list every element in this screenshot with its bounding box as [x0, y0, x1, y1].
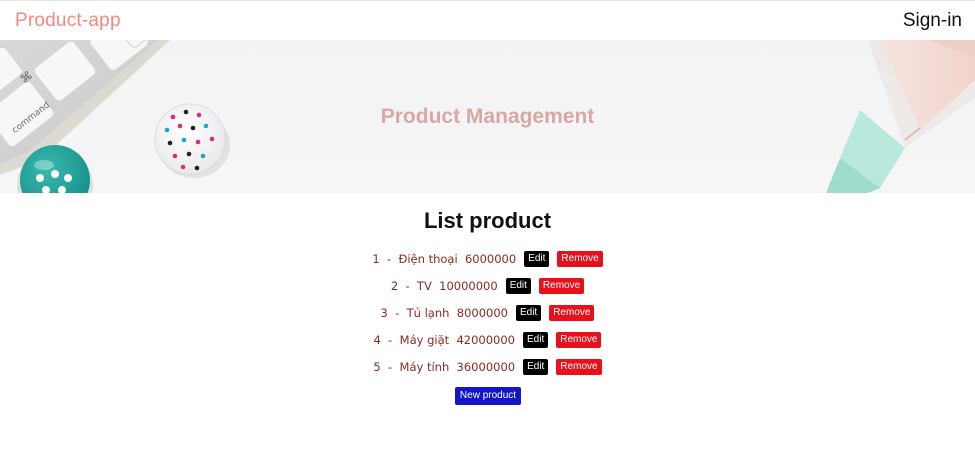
- edit-button[interactable]: Edit: [505, 277, 531, 294]
- product-index: 1: [372, 251, 380, 266]
- product-row: 1 - Điện thoại 6000000 Edit Remove: [0, 245, 975, 272]
- product-index: 5: [373, 359, 381, 374]
- product-price: 42000000: [456, 332, 515, 347]
- remove-button[interactable]: Remove: [557, 250, 603, 267]
- product-price: 8000000: [456, 305, 508, 320]
- edit-button[interactable]: Edit: [523, 358, 549, 375]
- product-price: 6000000: [464, 251, 517, 266]
- product-price: 36000000: [456, 359, 516, 374]
- product-row: 3 - Tủ lạnh 8000000 Edit Remove: [0, 299, 975, 326]
- product-price: 10000000: [439, 278, 498, 293]
- product-index: 4: [373, 332, 381, 347]
- remove-button[interactable]: Remove: [538, 277, 585, 294]
- product-row: 4 - Máy giặt 42000000 Edit Remove: [0, 326, 975, 353]
- product-row: 2 - TV 10000000 Edit Remove: [0, 272, 975, 299]
- remove-button[interactable]: Remove: [549, 304, 595, 321]
- product-index: 2: [390, 278, 399, 293]
- signin-link[interactable]: Sign-in: [903, 10, 962, 32]
- product-name: TV: [416, 278, 432, 293]
- navbar: Product-app Sign-in: [0, 0, 975, 40]
- new-product-button[interactable]: New product: [455, 387, 521, 405]
- edit-button[interactable]: Edit: [524, 250, 550, 267]
- remove-button[interactable]: Remove: [556, 331, 602, 348]
- remove-button[interactable]: Remove: [556, 358, 602, 375]
- product-name: Tủ lạnh: [406, 305, 450, 320]
- edit-button[interactable]: Edit: [522, 331, 549, 348]
- edit-button[interactable]: Edit: [515, 304, 542, 321]
- product-name: Điện thoại: [398, 251, 458, 266]
- product-row: 5 - Máy tính 36000000 Edit Remove: [0, 353, 975, 380]
- product-list-section: List product 1 - Điện thoại 6000000 Edit…: [0, 193, 975, 453]
- product-name: Máy giặt: [399, 332, 450, 347]
- brand-link[interactable]: Product-app: [15, 10, 121, 32]
- product-name: Máy tính: [399, 359, 450, 374]
- product-index: 3: [380, 305, 388, 320]
- list-title: List product: [423, 208, 552, 233]
- hero-banner: ⌘ command Product Management: [0, 40, 975, 193]
- product-list: 1 - Điện thoại 6000000 Edit Remove 2 - T…: [0, 245, 975, 380]
- hero-title: Product Management: [380, 105, 595, 128]
